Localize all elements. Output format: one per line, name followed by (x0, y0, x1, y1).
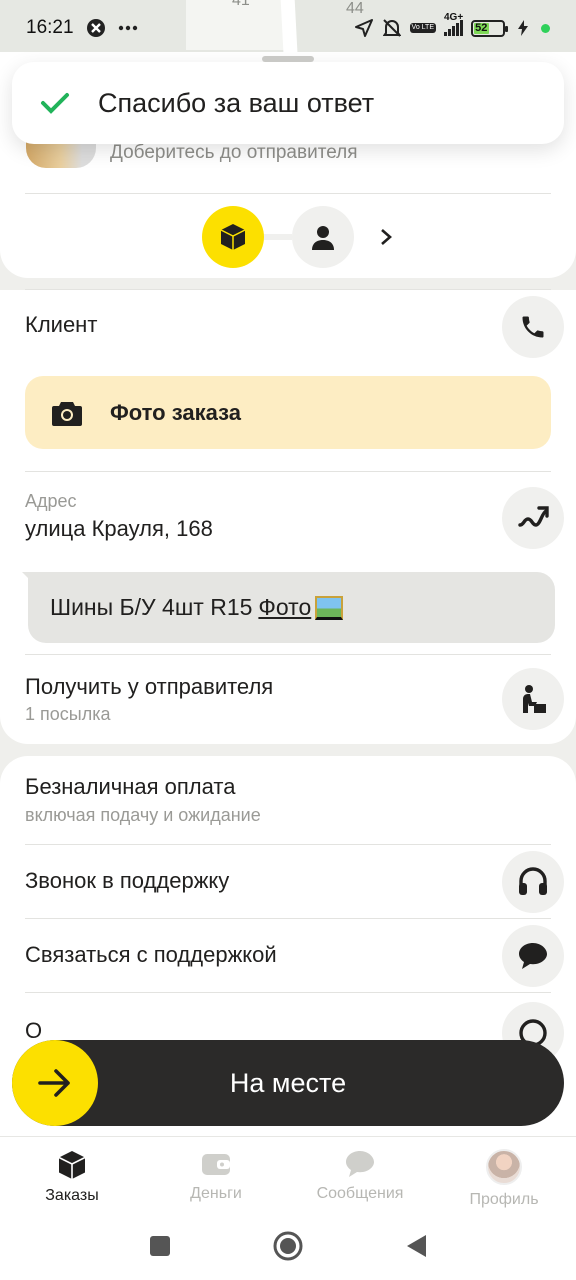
phone-icon (522, 316, 544, 338)
back-button[interactable] (404, 1233, 428, 1264)
divider (25, 193, 551, 194)
network-type: 4G+ (444, 12, 464, 23)
volte-icon: Vo LTE (409, 23, 436, 33)
status-time: 16:21 (26, 17, 74, 38)
partial-row-label: О (25, 1018, 43, 1043)
home-circle-icon (273, 1231, 303, 1260)
person-icon (312, 226, 334, 250)
picture-icon[interactable] (315, 595, 344, 620)
toast-text: Спасибо за ваш ответ (98, 87, 375, 118)
message-icon (346, 1151, 374, 1177)
step-recipient[interactable] (292, 206, 354, 268)
pickup-count: 1 посылка (25, 704, 111, 724)
nav-messages-label: Сообщения (316, 1185, 404, 1202)
divider (25, 918, 551, 919)
nav-orders-label: Заказы (45, 1187, 99, 1204)
system-navigation (0, 1216, 576, 1280)
parcel-person-icon (523, 685, 546, 713)
alarm-icon (86, 18, 106, 38)
payment-sub: включая подачу и ожидание (25, 805, 261, 825)
chevron-right-icon[interactable] (376, 227, 396, 247)
arrived-slider[interactable]: На месте (12, 1040, 564, 1126)
home-button[interactable] (272, 1230, 304, 1267)
comment-photo-link[interactable]: Фото (258, 594, 311, 621)
drag-handle[interactable] (262, 56, 314, 62)
bottom-navigation: Заказы Деньги Сообщения Профиль (0, 1136, 576, 1216)
slider-knob[interactable] (12, 1040, 98, 1126)
comment-text: Шины Б/У 4шт R15 (50, 594, 253, 620)
check-icon (41, 93, 69, 114)
parcel-icon (220, 224, 246, 250)
step-sender[interactable] (202, 206, 264, 268)
address-value[interactable]: улица Крауля, 168 (25, 516, 213, 542)
pickup-details-button[interactable] (502, 668, 564, 730)
signal-icon: 4G+ (444, 12, 463, 36)
client-label: Клиент (25, 312, 98, 337)
nav-money-label: Деньги (190, 1185, 242, 1202)
bell-muted-icon (382, 18, 402, 38)
route-button[interactable] (502, 487, 564, 549)
support-chat-label[interactable]: Связаться с поддержкой (25, 942, 277, 968)
arrow-right-icon (38, 1069, 70, 1097)
payment-title: Безналичная оплата (25, 774, 236, 799)
chat-bubble-icon (519, 943, 547, 969)
nav-messages[interactable]: Сообщения (288, 1137, 432, 1216)
nav-profile-label: Профиль (469, 1191, 539, 1208)
pickup-title: Получить у отправителя (25, 674, 274, 699)
battery-indicator: 52 (471, 19, 508, 37)
order-status-hint: Доберитесь до отправителя (110, 142, 358, 163)
nav-orders[interactable]: Заказы (0, 1137, 144, 1216)
back-triangle-icon (407, 1234, 426, 1257)
avatar (486, 1149, 522, 1185)
square-icon (150, 1235, 170, 1256)
photo-order-button[interactable]: Фото заказа (25, 376, 551, 449)
privacy-dot (541, 23, 550, 33)
photo-order-label: Фото заказа (110, 399, 241, 425)
nav-money[interactable]: Деньги (144, 1137, 288, 1216)
support-chat-button[interactable] (502, 925, 564, 987)
recents-button[interactable] (148, 1234, 172, 1263)
divider (25, 844, 551, 845)
location-icon (354, 18, 374, 38)
step-connector (264, 234, 292, 240)
route-icon (518, 506, 549, 527)
support-call-label[interactable]: Звонок в поддержку (25, 868, 229, 894)
battery-level: 52 (474, 22, 489, 34)
status-bar: 16:21 Vo LTE 4G+ 52 (0, 0, 576, 56)
divider (25, 289, 551, 290)
nav-profile[interactable]: Профиль (432, 1137, 576, 1216)
wallet-icon (202, 1154, 230, 1175)
headset-icon (519, 867, 547, 895)
charging-icon (513, 18, 533, 38)
call-client-button[interactable] (502, 296, 564, 358)
feedback-toast: Спасибо за ваш ответ (12, 62, 564, 144)
divider (25, 654, 551, 655)
divider (25, 992, 551, 993)
route-steps[interactable] (202, 206, 396, 268)
camera-icon (52, 401, 82, 426)
divider (25, 471, 551, 472)
address-caption: Адрес (25, 491, 77, 511)
more-icon (118, 18, 138, 38)
orders-box-icon (58, 1151, 86, 1179)
support-call-button[interactable] (502, 851, 564, 913)
order-comment: Шины Б/У 4шт R15 Фото (28, 572, 555, 643)
